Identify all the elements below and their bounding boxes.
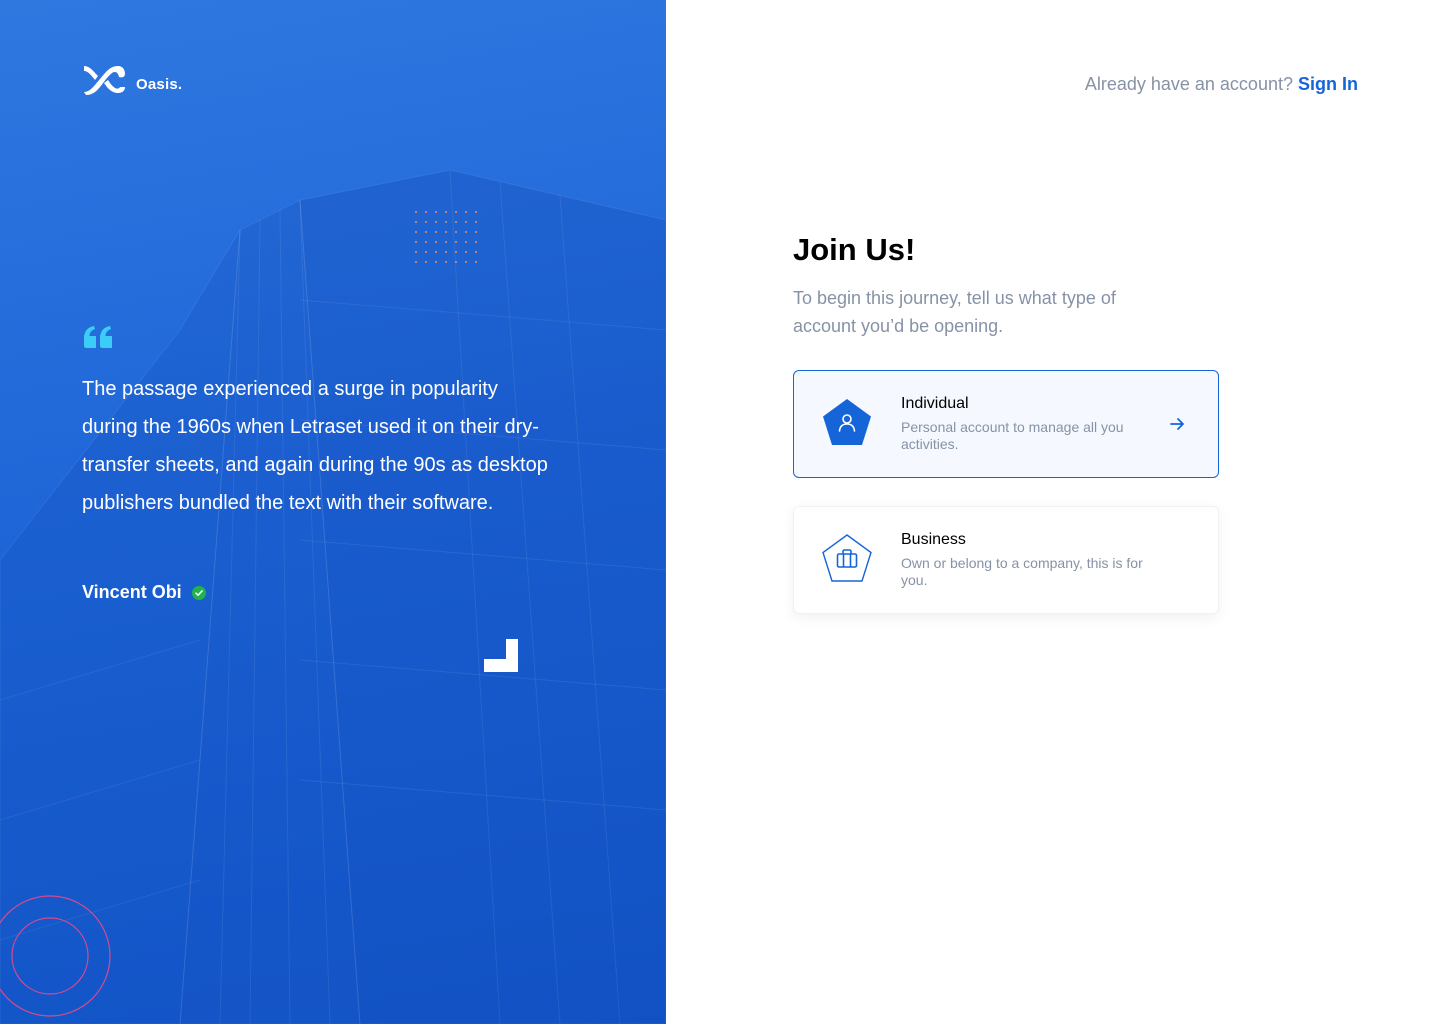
dot-pattern bbox=[415, 211, 477, 263]
decorative-circles bbox=[0, 895, 111, 1017]
brand-panel: Oasis. The passage experienced a surge i… bbox=[0, 0, 666, 1024]
arrow-right-icon bbox=[1170, 418, 1184, 430]
join-section: Join Us! To begin this journey, tell us … bbox=[793, 232, 1219, 340]
option-title: Business bbox=[901, 531, 966, 548]
individual-account-option[interactable]: Individual Personal account to manage al… bbox=[793, 370, 1219, 478]
page-title: Join Us! bbox=[793, 232, 916, 267]
author-name: Vincent Obi bbox=[82, 582, 182, 602]
decorative-step-shape bbox=[484, 639, 518, 672]
testimonial-author: Vincent Obi bbox=[82, 582, 206, 603]
sign-in-prompt-text: Already have an account? bbox=[1084, 74, 1293, 94]
sign-in-link[interactable]: Sign In bbox=[1298, 74, 1358, 94]
brand-name: Oasis. bbox=[136, 75, 183, 93]
briefcase-icon bbox=[822, 534, 872, 582]
business-option-text: Business Own or belong to a company, thi… bbox=[901, 531, 1151, 589]
option-description: Personal account to manage all you activ… bbox=[901, 419, 1124, 452]
page-subtitle: To begin this journey, tell us what type… bbox=[793, 288, 1116, 336]
user-icon bbox=[823, 399, 871, 445]
logo[interactable]: Oasis. bbox=[82, 62, 182, 96]
testimonial-quote: The passage experienced a surge in popul… bbox=[82, 378, 548, 514]
business-account-option[interactable]: Business Own or belong to a company, thi… bbox=[793, 506, 1219, 614]
option-description: Own or belong to a company, this is for … bbox=[901, 555, 1143, 588]
individual-option-text: Individual Personal account to manage al… bbox=[901, 395, 1151, 453]
option-title: Individual bbox=[901, 395, 969, 412]
quote-icon bbox=[84, 326, 112, 348]
oasis-logo-icon bbox=[84, 66, 125, 95]
verified-badge-icon bbox=[191, 585, 206, 600]
sign-in-prompt: Already have an account? Sign In bbox=[1085, 74, 1358, 95]
